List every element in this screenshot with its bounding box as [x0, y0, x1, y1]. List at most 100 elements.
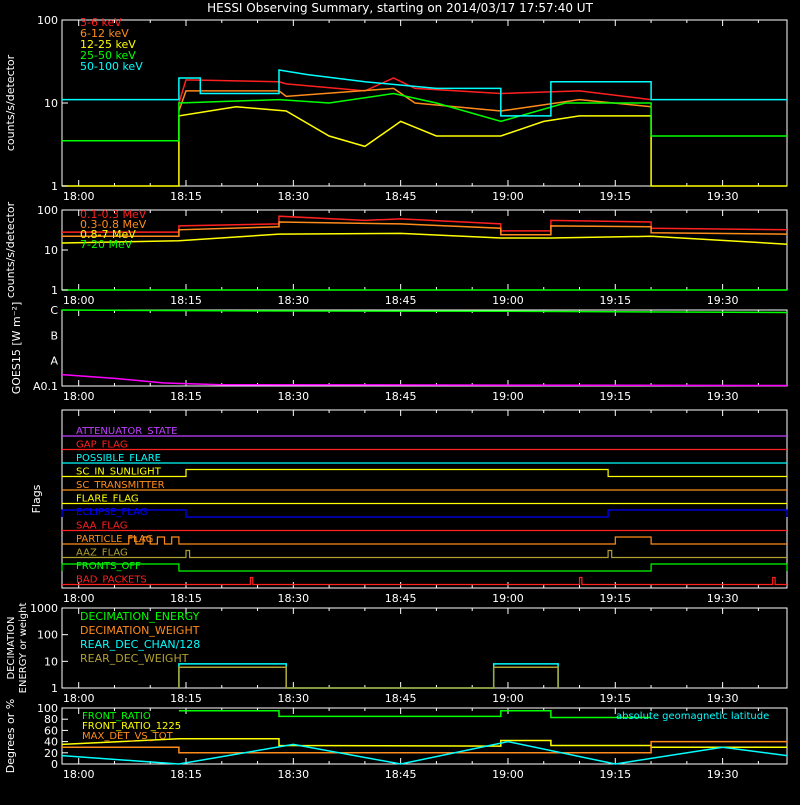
series-1-50-100-kev — [62, 69, 787, 117]
series-1-12-25-kev — [62, 106, 787, 187]
time-tick-label: 18:30 — [277, 294, 309, 307]
panel-1-ytick-label: 10 — [44, 97, 58, 110]
hessi-summary-figure: HESSI Observing Summary, starting on 201… — [0, 0, 800, 800]
panel-6-ytick-label: 40 — [44, 736, 58, 749]
panel-6-legend-entry: MAX_DET_VS_TOT — [82, 731, 174, 742]
panel-1-ytick-label: 1 — [51, 180, 58, 193]
time-tick-label: 19:15 — [599, 294, 631, 307]
time-tick-label: 18:15 — [170, 390, 202, 403]
flag-label-gap-flag: GAP_FLAG — [76, 440, 128, 451]
panel-5-ylabel: ENERGY or weight — [18, 603, 29, 694]
flag-label-bad-packets: BAD_PACKETS — [76, 575, 147, 586]
panel-3-frame — [61, 309, 788, 387]
time-tick-label: 18:00 — [63, 692, 95, 705]
flag-label-flare-flag: FLARE_FLAG — [76, 494, 139, 505]
panel-6-legend-entry: absolute geomagnetic latitude — [616, 711, 769, 722]
panel-2-frame — [61, 209, 788, 291]
flag-trace-eclipse-flag — [61, 509, 788, 518]
time-tick-label: 19:00 — [492, 190, 524, 203]
time-tick-label: 19:30 — [707, 390, 739, 403]
time-tick-label: 18:45 — [385, 190, 417, 203]
time-tick-label: 18:30 — [277, 390, 309, 403]
time-tick-label: 18:00 — [63, 294, 95, 307]
time-tick-label: 19:00 — [492, 390, 524, 403]
panel-6-ylabel: Degrees or % — [4, 699, 17, 773]
time-tick-label: 18:45 — [385, 390, 417, 403]
time-tick-label: 19:30 — [707, 294, 739, 307]
time-tick-label: 19:30 — [707, 692, 739, 705]
panel-5-legend-entry: DECIMATION_WEIGHT — [80, 624, 200, 637]
panel-5-legend-entry: REAR_DEC_WEIGHT — [80, 652, 189, 665]
time-tick-label: 19:00 — [492, 692, 524, 705]
time-tick-label: 18:15 — [170, 592, 202, 605]
panel-2-ylabel: counts/s/detector — [4, 201, 17, 298]
flag-trace-fronts-off — [61, 563, 788, 572]
time-tick-label: 19:15 — [599, 190, 631, 203]
flag-label-sc-transmitter: SC_TRANSMITTER — [76, 480, 165, 491]
time-tick-label: 18:15 — [170, 692, 202, 705]
panel-1-legend-entry: 50-100 keV — [80, 60, 143, 73]
time-tick-label: 18:00 — [63, 190, 95, 203]
panel-3-ytick-label: A — [50, 355, 58, 368]
chart-canvas: HESSI Observing Summary, starting on 201… — [4, 1, 788, 781]
panel-5-ytick-label: 1000 — [30, 602, 58, 615]
time-tick-label: 18:15 — [170, 768, 202, 781]
panel-2-ytick-label: 1 — [51, 284, 58, 297]
panel-5-ytick-label: 10 — [44, 655, 58, 668]
panel-5-ytick-label: 100 — [37, 629, 58, 642]
time-tick-label: 19:30 — [707, 190, 739, 203]
panel-3-ytick-label: C — [50, 304, 58, 317]
flag-label-attenuator-state: ATTENUATOR_STATE — [76, 426, 177, 437]
series-2-0-1-0-3-mev — [62, 215, 788, 233]
flag-label-sc-in-sunlight: SC_IN_SUNLIGHT — [76, 467, 162, 478]
panel-5-ylabel: DECIMATION — [6, 616, 17, 679]
time-tick-label: 19:00 — [492, 294, 524, 307]
time-tick-label: 19:15 — [599, 592, 631, 605]
flag-trace-particle-flag — [62, 536, 787, 545]
time-tick-label: 18:00 — [63, 390, 95, 403]
time-tick-label: 19:15 — [599, 390, 631, 403]
time-tick-label: 18:15 — [170, 190, 202, 203]
panel-5-legend-entry: REAR_DEC_CHAN/128 — [80, 638, 200, 651]
series-1-25-50-kev — [62, 92, 787, 142]
time-tick-label: 19:00 — [492, 592, 524, 605]
flag-label-possible-flare: POSSIBLE_FLARE — [76, 453, 161, 464]
time-tick-label: 19:30 — [707, 768, 739, 781]
panel-1-frame — [61, 19, 788, 187]
time-tick-label: 18:45 — [385, 692, 417, 705]
series-3-goes-short — [61, 373, 788, 387]
time-tick-label: 18:45 — [385, 592, 417, 605]
flag-label-aaz-flag: AAZ_FLAG — [76, 548, 128, 559]
panel-3-ylabel: GOES15 [W m⁻²] — [10, 302, 23, 395]
time-tick-label: 18:30 — [277, 592, 309, 605]
panel-6-ytick-label: 100 — [37, 702, 58, 715]
time-tick-label: 18:00 — [63, 592, 95, 605]
panel-3-ytick-label: A0.1 — [33, 380, 58, 393]
flag-trace-sc-in-sunlight — [62, 468, 787, 478]
time-tick-label: 18:15 — [170, 294, 202, 307]
panel-6-ytick-label: 20 — [44, 747, 58, 760]
time-tick-label: 19:30 — [707, 592, 739, 605]
panel-2-legend-entry: 7-20 MeV — [80, 238, 133, 251]
time-tick-label: 18:30 — [277, 190, 309, 203]
panel-1-ylabel: counts/s/detector — [4, 54, 17, 151]
panel-4-ylabel: Flags — [30, 484, 43, 513]
series-2-0-8-7-mev — [61, 232, 788, 245]
flag-label-saa-flag: SAA_FLAG — [76, 521, 127, 532]
panel-6-ytick-label: 60 — [44, 724, 58, 737]
flag-trace-aaz-flag — [62, 549, 787, 559]
series-6-front-ratio — [178, 710, 652, 719]
figure-title: HESSI Observing Summary, starting on 201… — [207, 1, 593, 15]
flag-label-particle-flag: PARTICLE_FLAG — [76, 534, 153, 545]
panel-5-legend-entry: DECIMATION_ENERGY — [80, 610, 200, 623]
time-tick-label: 18:30 — [277, 768, 309, 781]
panel-3-ytick-label: B — [50, 329, 58, 342]
flag-label-fronts-off: FRONTS_OFF — [76, 561, 141, 572]
panel-6-ytick-label: 80 — [44, 713, 58, 726]
time-tick-label: 19:00 — [492, 768, 524, 781]
time-tick-label: 19:15 — [599, 692, 631, 705]
time-tick-label: 18:45 — [385, 768, 417, 781]
flag-label-eclipse-flag: ECLIPSE_FLAG — [76, 507, 147, 518]
panel-6-ytick-label: 0 — [51, 758, 58, 771]
time-tick-label: 19:15 — [599, 768, 631, 781]
